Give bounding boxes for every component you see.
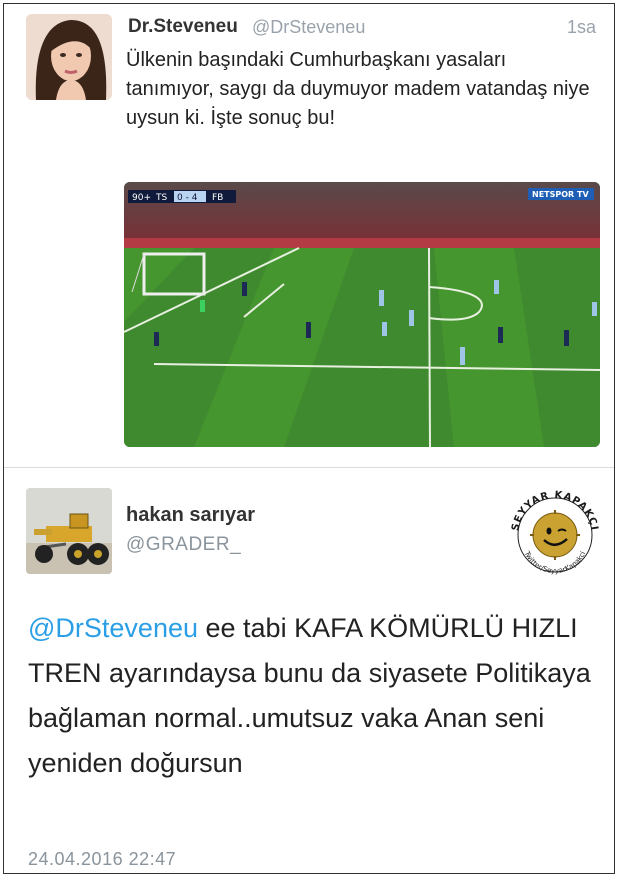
reply-text: @DrSteveneu ee tabi KAFA KÖMÜRLÜ HIZLI T… bbox=[28, 606, 608, 786]
screenshot-frame: Dr.Steveneu @DrSteveneu 1sa Ülkenin başı… bbox=[3, 3, 615, 874]
reply-author-name[interactable]: hakan sarıyar bbox=[126, 504, 255, 527]
tweet-divider bbox=[4, 467, 614, 468]
football-match-frame: 90+ TS 0 - 4 FB NETSPOR TV bbox=[124, 182, 600, 447]
tweet-text: Ülkenin başındaki Cumhurbaşkanı yasaları… bbox=[126, 49, 590, 129]
embedded-video[interactable]: 90+ TS 0 - 4 FB NETSPOR TV bbox=[124, 182, 600, 447]
avatar-portrait-image bbox=[26, 14, 112, 100]
author-name[interactable]: Dr.Steveneu bbox=[128, 16, 238, 38]
mention-link[interactable]: @DrSteveneu bbox=[28, 613, 198, 643]
reply-author-handle[interactable]: @GRADER_ bbox=[126, 534, 241, 556]
bottle-cap-logo-icon: SEYYAR KAPAKÇI Twitter/SeyyarKapakci bbox=[510, 490, 599, 575]
author-handle[interactable]: @DrSteveneu bbox=[252, 17, 365, 38]
reply-avatar[interactable] bbox=[26, 488, 112, 574]
scoreboard-score: 0 - 4 bbox=[177, 193, 198, 203]
scoreboard-clock: 90+ bbox=[132, 193, 151, 203]
tweet-original: Dr.Steveneu @DrSteveneu 1sa Ülkenin başı… bbox=[4, 4, 614, 467]
avatar[interactable] bbox=[26, 14, 112, 100]
scoreboard-away: FB bbox=[212, 193, 223, 203]
reply-timestamp[interactable]: 24.04.2016 22:47 bbox=[28, 849, 176, 870]
scoreboard-home: TS bbox=[155, 193, 167, 203]
channel-logo: NETSPOR TV bbox=[532, 190, 589, 199]
seyyar-kapakci-watermark: SEYYAR KAPAKÇI Twitter/SeyyarKapakci bbox=[500, 480, 610, 590]
grader-machine-image bbox=[26, 488, 112, 574]
tweet-time[interactable]: 1sa bbox=[567, 17, 596, 38]
